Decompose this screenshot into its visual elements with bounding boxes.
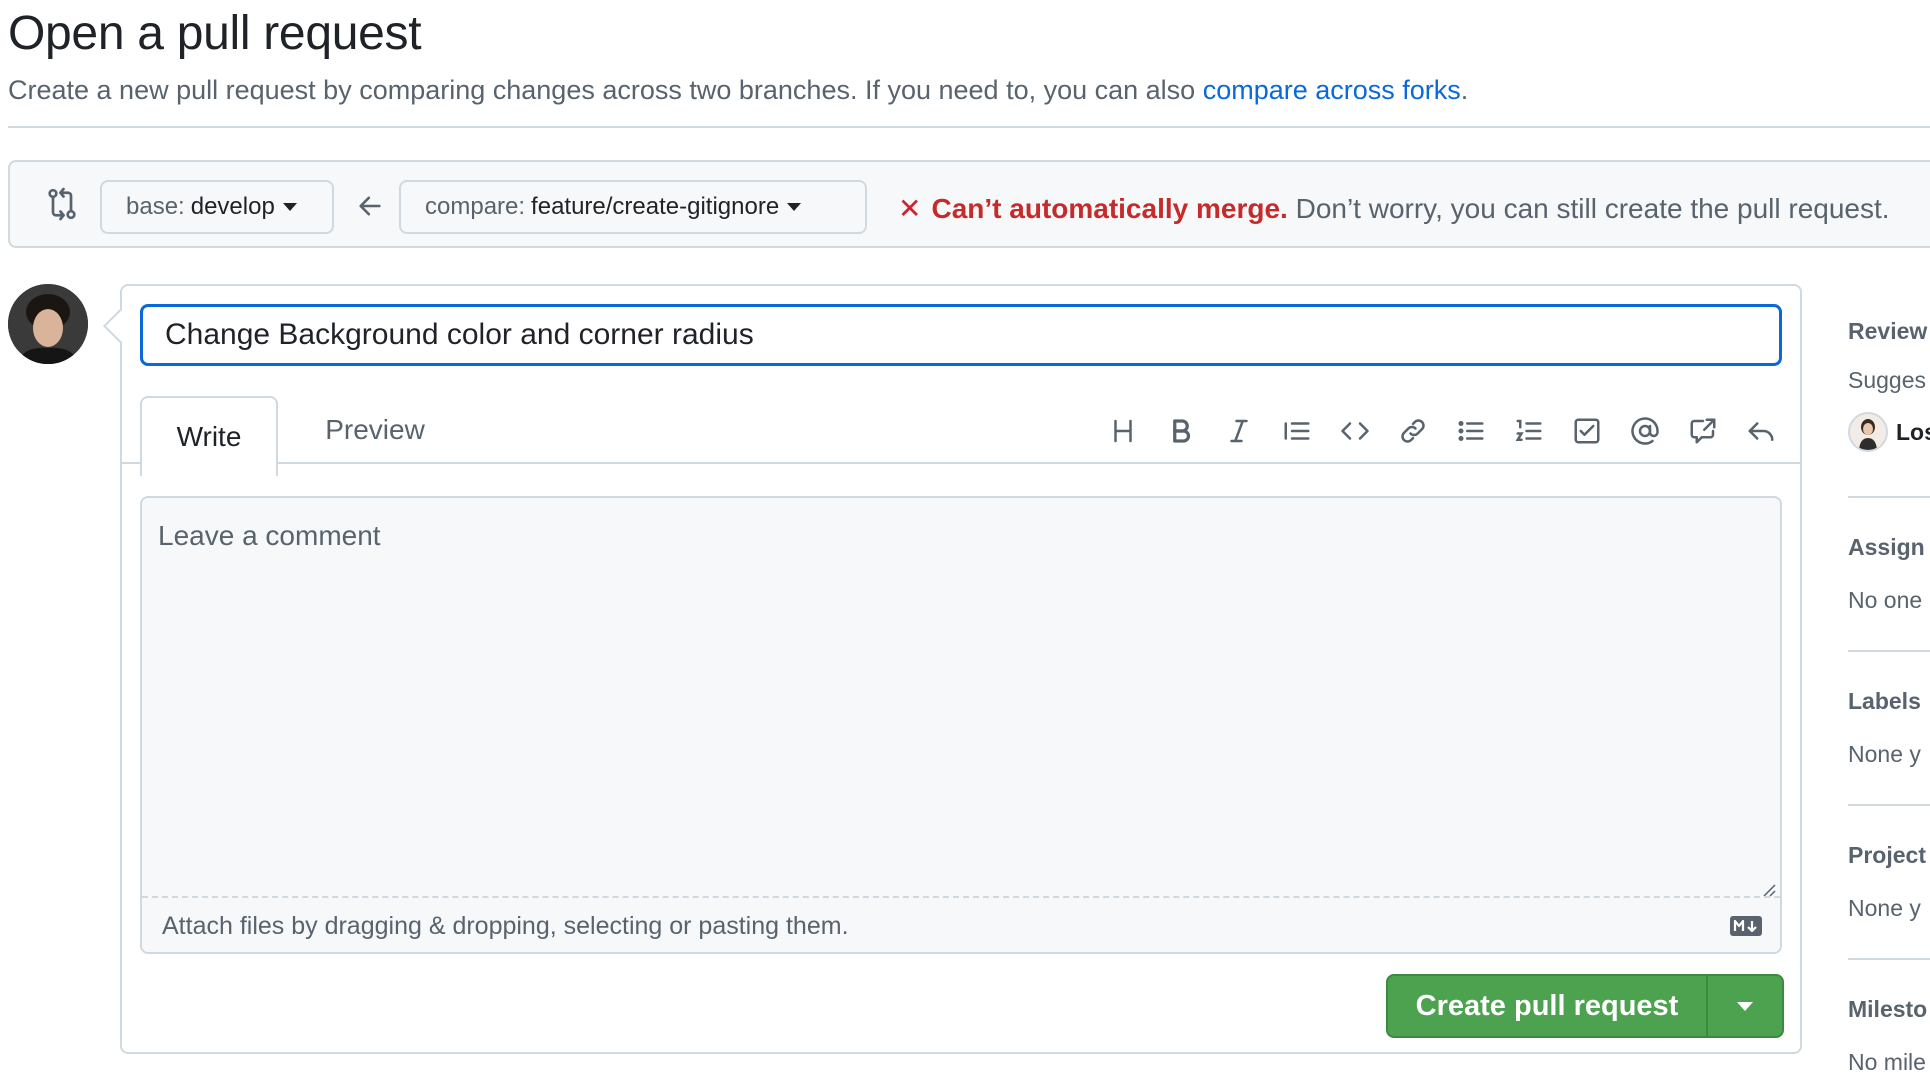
compare-label: compare:	[425, 193, 526, 220]
chevron-down-icon	[1737, 1001, 1753, 1011]
comment-placeholder: Leave a comment	[158, 520, 381, 551]
tab-write[interactable]: Write	[140, 396, 278, 476]
compare-across-forks-link[interactable]: compare across forks	[1203, 75, 1461, 105]
sidebar-divider	[1848, 650, 1930, 652]
user-avatar	[8, 284, 88, 364]
create-options-dropdown[interactable]	[1708, 976, 1782, 1036]
editor-tabs: Write Preview	[122, 396, 1800, 476]
base-label: base:	[126, 193, 185, 220]
tab-preview[interactable]: Preview	[300, 398, 450, 462]
unordered-list-icon[interactable]	[1450, 410, 1492, 452]
markdown-toolbar	[1102, 410, 1782, 452]
compare-branch-select[interactable]: compare: feature/create-gitignore	[399, 180, 867, 234]
reviewers-heading: Review	[1848, 318, 1928, 344]
merge-note: Don’t worry, you can still create the pu…	[1287, 193, 1890, 224]
compare-branch-name: feature/create-gitignore	[531, 193, 780, 220]
code-icon[interactable]	[1334, 410, 1376, 452]
merge-status: ✕ Can’t automatically merge. Don’t worry,…	[898, 192, 1890, 225]
pull-request-form: Write Preview	[120, 284, 1802, 1054]
page-title: Open a pull request	[8, 7, 422, 60]
suggested-reviewer[interactable]: Los	[1848, 412, 1930, 452]
mention-icon[interactable]	[1624, 410, 1666, 452]
assignees-value: No one	[1848, 587, 1923, 613]
markdown-icon[interactable]	[1730, 916, 1762, 936]
git-compare-icon	[48, 187, 76, 221]
link-icon[interactable]	[1392, 410, 1434, 452]
branch-range-bar: base: develop compare: feature/create-gi…	[8, 160, 1930, 248]
projects-section[interactable]: Project None y	[1848, 842, 1930, 922]
page-subtitle: Create a new pull request by comparing c…	[8, 75, 1468, 106]
milestone-heading: Milesto	[1848, 996, 1928, 1022]
labels-heading: Labels	[1848, 688, 1921, 714]
attach-files-bar[interactable]: Attach files by dragging & dropping, sel…	[142, 896, 1780, 954]
reviewers-section[interactable]: Review Sugges Los	[1848, 318, 1930, 452]
subtitle-period: .	[1460, 75, 1469, 105]
base-branch-select[interactable]: base: develop	[100, 180, 334, 234]
reviewers-suggestions: Sugges	[1848, 367, 1927, 393]
assignees-section[interactable]: Assign No one	[1848, 534, 1930, 614]
labels-value: None y	[1848, 741, 1921, 767]
projects-value: None y	[1848, 895, 1921, 921]
quote-icon[interactable]	[1276, 410, 1318, 452]
sidebar-divider	[1848, 496, 1930, 498]
projects-heading: Project	[1848, 842, 1926, 868]
comment-textarea[interactable]: Leave a comment Attach files by dragging…	[140, 496, 1782, 954]
sidebar-divider	[1848, 958, 1930, 960]
base-branch-name: develop	[190, 193, 275, 220]
reply-icon[interactable]	[1740, 410, 1782, 452]
milestone-value: No mile	[1848, 1049, 1926, 1075]
create-pull-request-button[interactable]: Create pull request	[1386, 974, 1784, 1038]
merge-conflict-text: Can’t automatically merge.	[931, 193, 1288, 224]
x-icon: ✕	[898, 193, 922, 224]
italic-icon[interactable]	[1218, 410, 1260, 452]
chevron-down-icon	[282, 203, 297, 211]
attach-files-text: Attach files by dragging & dropping, sel…	[162, 912, 849, 940]
resize-handle-icon[interactable]	[1760, 881, 1776, 897]
heading-icon[interactable]	[1102, 410, 1144, 452]
assignees-heading: Assign	[1848, 534, 1925, 560]
arrow-left-icon	[359, 196, 381, 216]
labels-section[interactable]: Labels None y	[1848, 688, 1930, 768]
milestone-section[interactable]: Milesto No mile	[1848, 996, 1930, 1076]
reviewer-avatar	[1848, 412, 1888, 452]
bold-icon[interactable]	[1160, 410, 1202, 452]
task-list-icon[interactable]	[1566, 410, 1608, 452]
pr-title-input[interactable]	[140, 304, 1782, 366]
chevron-down-icon	[787, 203, 802, 211]
subtitle-text: Create a new pull request by comparing c…	[8, 75, 1203, 105]
header-divider	[8, 126, 1930, 128]
create-pull-request-label[interactable]: Create pull request	[1388, 976, 1708, 1036]
ordered-list-icon[interactable]	[1508, 410, 1550, 452]
reviewer-name: Los	[1896, 418, 1930, 445]
sidebar-divider	[1848, 804, 1930, 806]
cross-reference-icon[interactable]	[1682, 410, 1724, 452]
